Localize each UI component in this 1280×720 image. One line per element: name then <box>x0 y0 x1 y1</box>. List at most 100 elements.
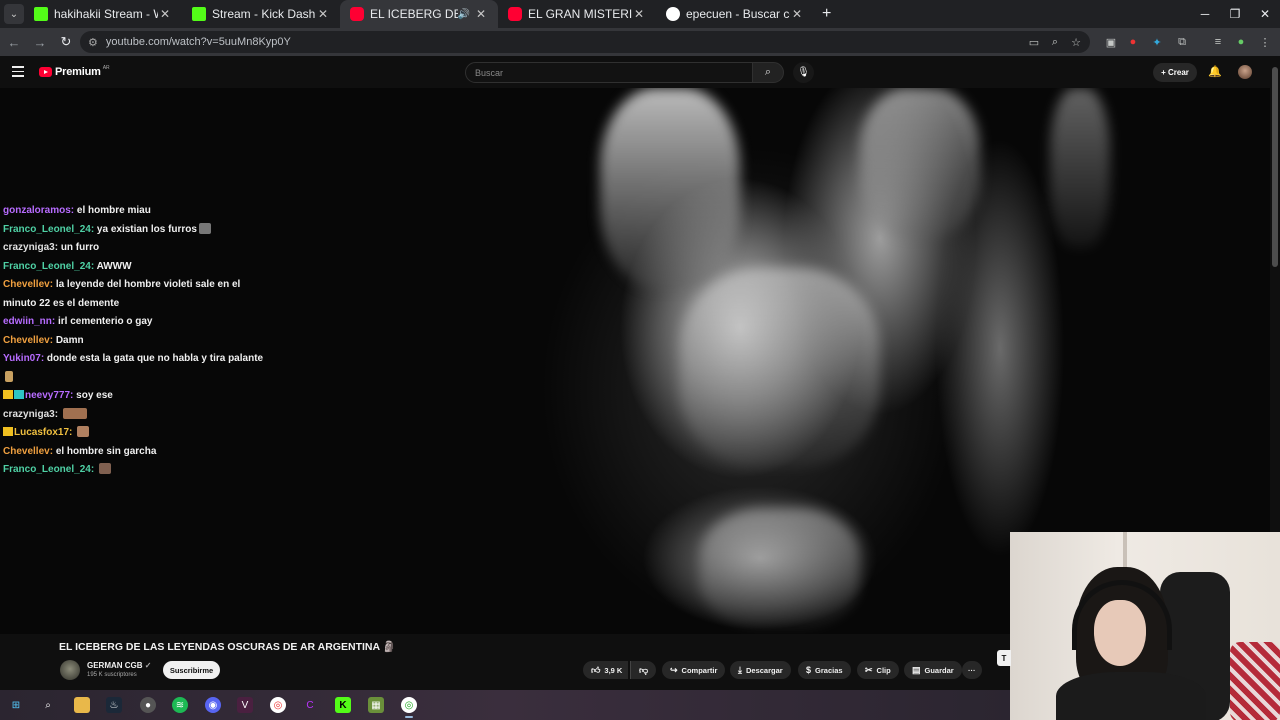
tab-close-icon[interactable]: ✕ <box>316 7 330 21</box>
chat-username[interactable]: crazyniga3 <box>3 409 55 420</box>
chat-message: Chevellev: Damn <box>3 332 265 351</box>
clip-button[interactable]: ✂ Clip <box>857 661 899 679</box>
speaker-icon[interactable]: 🔊 <box>458 9 470 20</box>
new-tab-plus-icon[interactable]: + <box>822 5 831 23</box>
tab-close-icon[interactable]: ✕ <box>158 7 172 21</box>
close-window-icon[interactable]: ✕ <box>1250 0 1280 28</box>
create-button[interactable]: + Crear <box>1153 63 1197 82</box>
country-code: AR <box>102 65 110 71</box>
tab-search-dropdown-icon[interactable]: ⌄ <box>4 4 24 24</box>
tab-close-icon[interactable]: ✕ <box>790 7 804 21</box>
create-label: Crear <box>1168 68 1189 77</box>
chat-username[interactable]: neevy777 <box>25 390 70 401</box>
account-avatar[interactable] <box>1238 65 1252 79</box>
minecraft-icon[interactable]: ▦ <box>368 697 384 713</box>
tab-title: Stream - Kick Dashboard <box>212 7 316 21</box>
chat-username[interactable]: Franco_Leonel_24 <box>3 464 91 475</box>
chat-username[interactable]: Franco_Leonel_24 <box>3 261 91 272</box>
profile-icon[interactable]: ● <box>1233 34 1249 50</box>
steam-icon[interactable]: ♨ <box>106 697 122 713</box>
chat-message: neevy777: soy ese <box>3 387 265 406</box>
taskbar-search-icon[interactable]: ⌕ <box>40 697 56 713</box>
download-button[interactable]: ⤓ Descargar <box>730 661 791 679</box>
chat-username[interactable]: Franco_Leonel_24 <box>3 224 91 235</box>
extension-icon[interactable]: ▣ <box>1103 34 1119 50</box>
media-control-icon[interactable]: ≡ <box>1210 34 1226 50</box>
chat-message: Franco_Leonel_24: ya existian los furros <box>3 221 265 240</box>
chrome-active-icon[interactable]: ◎ <box>401 697 417 718</box>
chat-username[interactable]: Yukin07 <box>3 353 41 364</box>
puzzle-extensions-icon[interactable]: ⧉ <box>1174 34 1190 50</box>
chat-username[interactable]: Lucasfox17 <box>14 427 69 438</box>
app-v-icon[interactable]: V <box>237 697 253 713</box>
search-button[interactable]: ⌕ <box>752 62 784 83</box>
address-bar[interactable]: ⚙ youtube.com/watch?v=5uuMn8Kyp0Y <box>80 31 1090 53</box>
like-button[interactable]: 👍︎ 3,9 K <box>583 661 629 679</box>
spotify-icon[interactable]: ≋ <box>172 697 188 713</box>
windows-start-icon[interactable]: ⊞ <box>8 697 24 713</box>
browser-tab-kick-watch[interactable]: hakihakii Stream - Watch Live o ✕ <box>24 0 182 28</box>
webcam-plush-toy <box>1230 642 1280 720</box>
stream-chat-overlay: gonzaloramos: el hombre miau Franco_Leone… <box>3 202 265 480</box>
back-arrow-icon[interactable]: ← <box>2 30 26 54</box>
restore-icon[interactable]: ❐ <box>1220 0 1250 28</box>
chat-text: el hombre miau <box>76 205 151 216</box>
zoom-icon[interactable]: ⌕ <box>1047 34 1063 50</box>
tab-title: hakihakii Stream - Watch Live o <box>54 7 158 21</box>
browser-tab-google-search[interactable]: epecuen - Buscar con Google ✕ <box>656 0 814 28</box>
save-button[interactable]: ▤ Guardar <box>904 661 962 679</box>
browser-toolbar: ← → ↻ ⚙ youtube.com/watch?v=5uuMn8Kyp0Y <box>0 28 1280 56</box>
subscriber-badge-icon <box>14 390 24 399</box>
canva-icon[interactable]: C <box>302 697 318 713</box>
voice-search-mic-icon[interactable]: 🎙 <box>793 62 814 83</box>
chat-username[interactable]: Chevellev <box>3 446 50 457</box>
chat-username[interactable]: gonzaloramos <box>3 205 71 216</box>
subscribe-button[interactable]: Suscribirme <box>163 661 220 679</box>
dislike-button[interactable]: 👎︎ <box>630 661 657 679</box>
browser-tab-youtube-misterio[interactable]: EL GRAN MISTERIO SIN RESOLV ✕ <box>498 0 656 28</box>
channel-avatar[interactable] <box>60 660 80 680</box>
chat-username[interactable]: edwiin_nn <box>3 316 52 327</box>
chat-separator: : <box>54 408 61 420</box>
share-button[interactable]: ↪ Compartir <box>662 661 726 679</box>
browser-tab-youtube-iceberg[interactable]: EL ICEBERG DE LAS LEYEND 🔊 ✕ <box>340 0 498 28</box>
search-icon: ⌕ <box>764 66 772 78</box>
verified-check-icon: ✓ <box>144 661 152 670</box>
youtube-premium-logo[interactable]: Premium AR <box>39 65 110 78</box>
bookmark-star-icon[interactable]: ☆ <box>1068 34 1084 50</box>
chrome-icon[interactable]: ◎ <box>270 697 286 713</box>
chat-username[interactable]: Chevellev <box>3 279 50 290</box>
video-frame-highlight <box>680 268 880 468</box>
scrollbar-thumb[interactable] <box>1272 67 1278 267</box>
cast-icon[interactable]: ▭ <box>1026 34 1042 50</box>
chat-username[interactable]: crazyniga3 <box>3 242 55 253</box>
record-extension-icon[interactable]: ● <box>1125 34 1141 50</box>
file-explorer-icon[interactable] <box>74 697 90 713</box>
kick-favicon-icon <box>192 7 206 21</box>
forward-arrow-icon[interactable]: → <box>28 30 52 54</box>
channel-name[interactable]: GERMAN CGB ✓ <box>87 661 152 670</box>
hamburger-menu-icon[interactable] <box>12 66 24 78</box>
page-scrollbar[interactable] <box>1270 57 1280 532</box>
minimize-icon[interactable]: ─ <box>1190 0 1220 28</box>
tab-close-icon[interactable]: ✕ <box>632 7 646 21</box>
site-info-icon[interactable]: ⚙ <box>88 36 98 49</box>
chat-text: un furro <box>60 242 100 253</box>
browser-tab-kick-dashboard[interactable]: Stream - Kick Dashboard ✕ <box>182 0 340 28</box>
thumbs-up-icon: 👍︎ <box>591 664 601 675</box>
reload-icon[interactable]: ↻ <box>54 30 78 54</box>
translate-extension-icon[interactable]: ✦ <box>1149 34 1165 50</box>
more-actions-button[interactable]: ··· <box>962 661 982 679</box>
chat-message: Lucasfox17: <box>3 424 265 443</box>
search-input[interactable]: Buscar <box>465 62 753 83</box>
discord-icon[interactable]: ◉ <box>205 697 221 713</box>
kick-app-icon[interactable]: K <box>335 697 351 713</box>
notifications-bell-icon[interactable]: 🔔 <box>1208 65 1222 78</box>
tab-close-icon[interactable]: ✕ <box>474 7 488 21</box>
chrome-menu-icon[interactable]: ⋮ <box>1257 34 1273 50</box>
obs-icon[interactable]: ● <box>140 697 156 713</box>
thanks-button[interactable]: $ Gracias <box>798 661 851 679</box>
windows-taskbar: ⊞ ⌕ ♨ ● ≋ ◉ V ◎ C K ▦ ◎ <box>0 690 1010 720</box>
chat-text: el hombre sin garcha <box>55 445 157 457</box>
chat-username[interactable]: Chevellev <box>3 335 50 346</box>
